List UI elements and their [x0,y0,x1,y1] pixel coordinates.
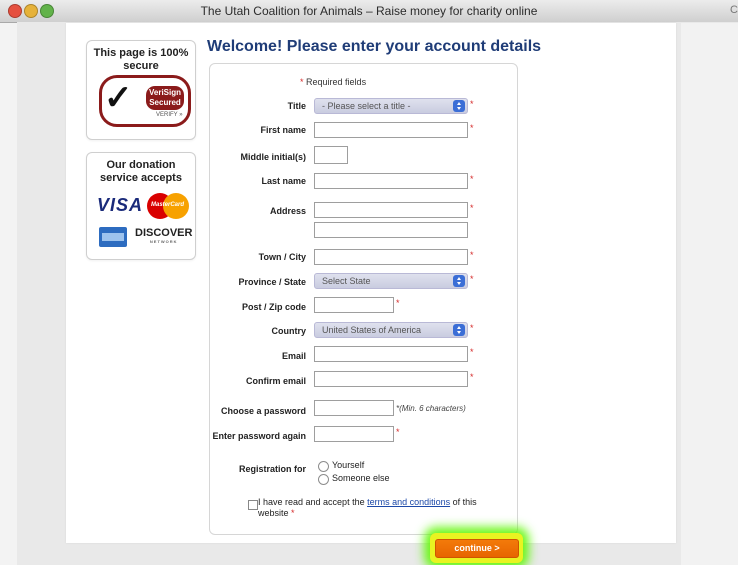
password-input[interactable] [314,400,394,416]
accepts-text: Our donation service accepts [100,159,182,184]
first-name-label: First name [260,125,306,135]
confirm-email-label: Confirm email [245,376,306,386]
post-code-label: Post / Zip code [241,302,306,312]
terms-link[interactable]: terms and conditions [367,497,450,507]
select-arrow-icon [453,100,465,112]
password-again-input[interactable] [314,426,394,442]
required-marker: * [470,174,474,184]
required-marker: * [470,347,474,357]
email-label: Email [281,351,306,361]
discover-logo: DISCOVER NETWORK [135,227,193,244]
mastercard-logo: MasterCard [145,193,189,219]
last-name-label: Last name [261,176,306,186]
radio-yourself-label: Yourself [332,460,365,470]
registration-label: Registration for [238,464,306,474]
required-marker: * [470,372,474,382]
password-again-label: Enter password again [212,431,306,441]
right-sidebar [681,23,738,565]
town-label: Town / City [258,252,306,262]
address-label: Address [269,206,306,216]
required-marker: * [396,298,400,308]
verisign-seal[interactable]: ✓ VeriSign Secured VERIFY » [99,75,191,127]
middle-initial-input[interactable] [314,146,348,164]
post-code-input[interactable] [314,297,394,313]
required-marker: * [470,99,474,109]
radio-someone-else-label: Someone else [332,473,390,483]
accepted-cards-box: Our donation service accepts VISA Master… [86,152,196,260]
title-select[interactable]: - Please select a title - [314,98,468,114]
window-title: The Utah Coalition for Animals – Raise m… [200,4,538,18]
title-label: Title [287,101,306,111]
required-marker: * [470,323,474,333]
country-label: Country [271,326,307,336]
checkmark-icon: ✓ [104,79,133,117]
select-arrow-icon [453,324,465,336]
town-input[interactable] [314,249,468,265]
password-label: Choose a password [220,406,306,416]
select-arrow-icon [453,275,465,287]
required-marker: * [396,427,400,437]
first-name-input[interactable] [314,122,468,138]
continue-button[interactable]: continue > [435,539,519,558]
middle-initial-label: Middle initial(s) [240,152,306,162]
continue-button-highlight: continue > [430,533,523,563]
address-line2-input[interactable] [314,222,468,238]
required-marker: * [470,123,474,133]
secure-badge-box: This page is 100% secure ✓ VeriSign Secur… [86,40,196,140]
radio-someone-else[interactable] [318,474,329,485]
visa-logo: VISA [97,195,144,215]
required-note: * Required fields [300,77,367,87]
browser-window: The Utah Coalition for Animals – Raise m… [0,0,738,565]
address-line1-input[interactable] [314,202,468,218]
province-select[interactable]: Select State [314,273,468,289]
country-select[interactable]: United States of America [314,322,468,338]
page-heading: Welcome! Please enter your account detai… [207,38,542,55]
required-marker: * [470,250,474,260]
last-name-input[interactable] [314,173,468,189]
secure-text: This page is 100% secure [93,47,189,72]
province-label: Province / State [238,277,306,287]
radio-yourself[interactable] [318,461,329,472]
terms-checkbox[interactable] [248,500,258,510]
confirm-email-input[interactable] [314,371,468,387]
verisign-text: VeriSign Secured [146,86,184,110]
title-bar: The Utah Coalition for Animals – Raise m… [0,0,738,23]
terms-text: I have read and accept the terms and con… [258,497,477,518]
edge-glyph: C [730,4,738,16]
verify-text: VERIFY » [156,112,183,118]
email-input[interactable] [314,346,468,362]
required-marker: * [470,274,474,284]
required-marker: * [470,203,474,213]
password-hint: *(Min. 6 characters) [396,404,466,413]
amex-logo [99,227,127,247]
